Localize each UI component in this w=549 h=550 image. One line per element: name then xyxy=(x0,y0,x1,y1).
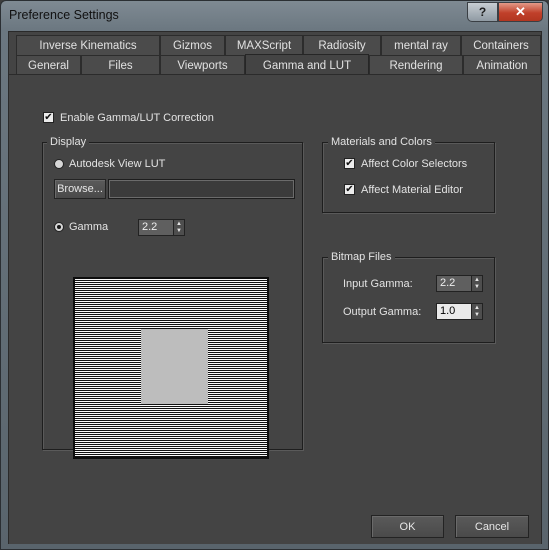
down-arrow-icon[interactable]: ▼ xyxy=(472,284,482,292)
output-gamma-field[interactable]: 1.0 xyxy=(436,303,472,320)
gamma-spinner[interactable]: 2.2 ▲ ▼ xyxy=(138,219,185,236)
gamma-radio[interactable] xyxy=(54,222,64,232)
down-arrow-icon[interactable]: ▼ xyxy=(174,228,184,236)
help-button[interactable]: ? xyxy=(467,2,498,22)
input-gamma-field[interactable]: 2.2 xyxy=(436,275,472,292)
tab-containers[interactable]: Containers xyxy=(461,35,541,56)
up-arrow-icon[interactable]: ▲ xyxy=(472,304,482,312)
output-gamma-spinner[interactable]: 1.0 ▲ ▼ xyxy=(436,303,483,320)
up-arrow-icon[interactable]: ▲ xyxy=(174,220,184,228)
input-gamma-arrows[interactable]: ▲ ▼ xyxy=(472,275,483,292)
tab-animation[interactable]: Animation xyxy=(463,55,541,76)
ok-button[interactable]: OK xyxy=(371,515,444,538)
tab-mental-ray[interactable]: mental ray xyxy=(381,35,461,56)
down-arrow-icon[interactable]: ▼ xyxy=(472,312,482,320)
lut-path-field[interactable] xyxy=(108,179,295,199)
gamma-label: Gamma xyxy=(69,221,109,233)
browse-button[interactable]: Browse... xyxy=(54,179,106,199)
enable-gamma-checkbox[interactable]: ✔ xyxy=(43,112,54,123)
tab-gizmos[interactable]: Gizmos xyxy=(160,35,225,56)
up-arrow-icon[interactable]: ▲ xyxy=(472,276,482,284)
tab-rendering[interactable]: Rendering xyxy=(369,55,463,76)
gamma-preview-center-patch xyxy=(141,329,208,404)
check-icon: ✔ xyxy=(345,183,354,195)
tab-inverse-kinematics[interactable]: Inverse Kinematics xyxy=(16,35,160,56)
input-gamma-spinner[interactable]: 2.2 ▲ ▼ xyxy=(436,275,483,292)
output-gamma-label: Output Gamma: xyxy=(343,306,422,318)
gamma-value-field[interactable]: 2.2 xyxy=(138,219,174,236)
cancel-button[interactable]: Cancel xyxy=(455,515,529,538)
tab-general[interactable]: General xyxy=(16,55,81,76)
gamma-spinner-arrows[interactable]: ▲ ▼ xyxy=(174,219,185,236)
autodesk-view-lut-radio[interactable] xyxy=(54,159,64,169)
bitmap-files-title: Bitmap Files xyxy=(328,251,395,263)
window-title: Preference Settings xyxy=(9,8,119,22)
dialog-client-area: Inverse Kinematics Gizmos MAXScript Radi… xyxy=(8,31,542,544)
close-button[interactable]: ✕ xyxy=(498,2,543,22)
tab-maxscript[interactable]: MAXScript xyxy=(225,35,303,56)
check-icon: ✔ xyxy=(44,111,53,123)
input-gamma-label: Input Gamma: xyxy=(343,278,413,290)
gamma-preview-image xyxy=(73,277,269,459)
affect-color-selectors-label: Affect Color Selectors xyxy=(361,158,468,170)
affect-color-selectors-checkbox[interactable]: ✔ xyxy=(344,158,355,169)
tab-radiosity[interactable]: Radiosity xyxy=(303,35,381,56)
affect-material-editor-label: Affect Material Editor xyxy=(361,184,463,196)
tab-viewports[interactable]: Viewports xyxy=(160,55,245,76)
tab-gamma-and-lut[interactable]: Gamma and LUT xyxy=(245,54,369,76)
gamma-lut-panel: ✔ Enable Gamma/LUT Correction Display Au… xyxy=(9,74,541,544)
tab-row-1: Inverse Kinematics Gizmos MAXScript Radi… xyxy=(16,35,541,56)
preference-settings-window: Preference Settings ? ✕ Inverse Kinemati… xyxy=(0,0,549,550)
affect-material-editor-checkbox[interactable]: ✔ xyxy=(344,184,355,195)
tab-files[interactable]: Files xyxy=(81,55,160,76)
autodesk-view-lut-label: Autodesk View LUT xyxy=(69,158,166,170)
tab-row-2: General Files Viewports Gamma and LUT Re… xyxy=(16,54,541,76)
check-icon: ✔ xyxy=(345,157,354,169)
enable-gamma-label: Enable Gamma/LUT Correction xyxy=(60,112,214,124)
title-bar[interactable]: Preference Settings ? ✕ xyxy=(1,1,548,31)
display-group-title: Display xyxy=(47,136,90,148)
materials-colors-group xyxy=(322,142,495,213)
bitmap-files-group xyxy=(322,257,495,343)
materials-colors-title: Materials and Colors xyxy=(328,136,435,148)
output-gamma-arrows[interactable]: ▲ ▼ xyxy=(472,303,483,320)
